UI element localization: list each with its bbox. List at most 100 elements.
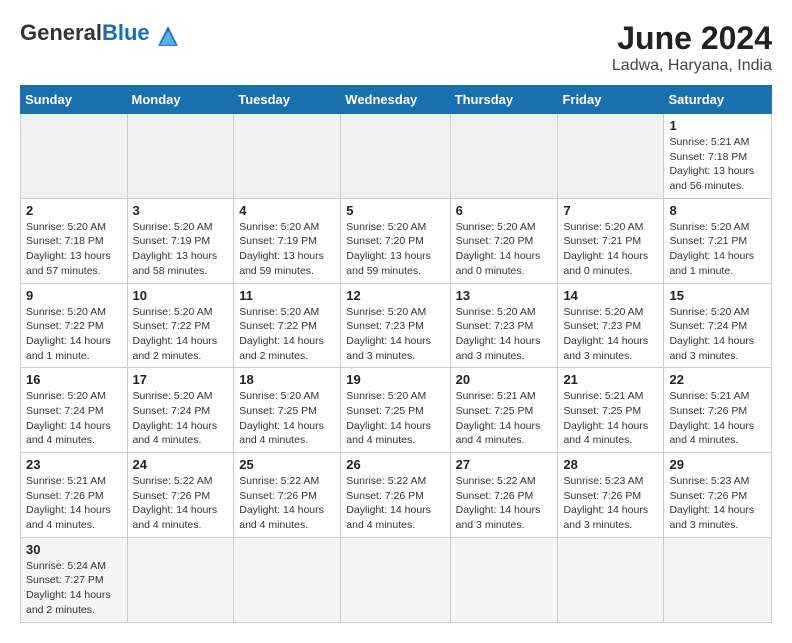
day-number: 19 bbox=[346, 372, 444, 387]
day-number: 27 bbox=[456, 457, 553, 472]
day-21: 21 Sunrise: 5:21 AM Sunset: 7:25 PM Dayl… bbox=[558, 368, 664, 453]
day-16: 16 Sunrise: 5:20 AM Sunset: 7:24 PM Dayl… bbox=[21, 368, 128, 453]
day-number: 28 bbox=[563, 457, 658, 472]
day-17: 17 Sunrise: 5:20 AM Sunset: 7:24 PM Dayl… bbox=[127, 368, 234, 453]
day-number: 17 bbox=[133, 372, 229, 387]
day-number: 30 bbox=[26, 542, 122, 557]
day-info: Sunrise: 5:20 AM Sunset: 7:22 PM Dayligh… bbox=[239, 305, 335, 364]
day-number: 15 bbox=[669, 288, 766, 303]
day-number: 4 bbox=[239, 203, 335, 218]
calendar-table: Sunday Monday Tuesday Wednesday Thursday… bbox=[20, 85, 772, 623]
empty-cell bbox=[127, 114, 234, 199]
day-1: 1 Sunrise: 5:21 AM Sunset: 7:18 PM Dayli… bbox=[664, 114, 772, 199]
header-monday: Monday bbox=[127, 86, 234, 114]
day-10: 10 Sunrise: 5:20 AM Sunset: 7:22 PM Dayl… bbox=[127, 283, 234, 368]
day-14: 14 Sunrise: 5:20 AM Sunset: 7:23 PM Dayl… bbox=[558, 283, 664, 368]
day-number: 24 bbox=[133, 457, 229, 472]
empty-cell bbox=[558, 537, 664, 622]
day-25: 25 Sunrise: 5:22 AM Sunset: 7:26 PM Dayl… bbox=[234, 453, 341, 538]
header-thursday: Thursday bbox=[450, 86, 558, 114]
day-info: Sunrise: 5:20 AM Sunset: 7:22 PM Dayligh… bbox=[133, 305, 229, 364]
day-info: Sunrise: 5:21 AM Sunset: 7:25 PM Dayligh… bbox=[456, 389, 553, 448]
header-sunday: Sunday bbox=[21, 86, 128, 114]
header-saturday: Saturday bbox=[664, 86, 772, 114]
empty-cell bbox=[21, 114, 128, 199]
day-13: 13 Sunrise: 5:20 AM Sunset: 7:23 PM Dayl… bbox=[450, 283, 558, 368]
day-info: Sunrise: 5:20 AM Sunset: 7:18 PM Dayligh… bbox=[26, 220, 122, 279]
day-number: 6 bbox=[456, 203, 553, 218]
day-info: Sunrise: 5:20 AM Sunset: 7:24 PM Dayligh… bbox=[133, 389, 229, 448]
day-number: 3 bbox=[133, 203, 229, 218]
day-info: Sunrise: 5:20 AM Sunset: 7:19 PM Dayligh… bbox=[133, 220, 229, 279]
logo-text: GeneralBlue bbox=[20, 20, 179, 47]
empty-cell bbox=[234, 537, 341, 622]
day-18: 18 Sunrise: 5:20 AM Sunset: 7:25 PM Dayl… bbox=[234, 368, 341, 453]
title-area: June 2024 Ladwa, Haryana, India bbox=[612, 20, 772, 75]
header-friday: Friday bbox=[558, 86, 664, 114]
day-22: 22 Sunrise: 5:21 AM Sunset: 7:26 PM Dayl… bbox=[664, 368, 772, 453]
day-26: 26 Sunrise: 5:22 AM Sunset: 7:26 PM Dayl… bbox=[341, 453, 450, 538]
day-29: 29 Sunrise: 5:23 AM Sunset: 7:26 PM Dayl… bbox=[664, 453, 772, 538]
day-24: 24 Sunrise: 5:22 AM Sunset: 7:26 PM Dayl… bbox=[127, 453, 234, 538]
location-subtitle: Ladwa, Haryana, India bbox=[612, 57, 772, 75]
day-info: Sunrise: 5:23 AM Sunset: 7:26 PM Dayligh… bbox=[563, 474, 658, 533]
header-wednesday: Wednesday bbox=[341, 86, 450, 114]
day-info: Sunrise: 5:21 AM Sunset: 7:25 PM Dayligh… bbox=[563, 389, 658, 448]
day-4: 4 Sunrise: 5:20 AM Sunset: 7:19 PM Dayli… bbox=[234, 198, 341, 283]
day-15: 15 Sunrise: 5:20 AM Sunset: 7:24 PM Dayl… bbox=[664, 283, 772, 368]
day-27: 27 Sunrise: 5:22 AM Sunset: 7:26 PM Dayl… bbox=[450, 453, 558, 538]
day-info: Sunrise: 5:20 AM Sunset: 7:25 PM Dayligh… bbox=[346, 389, 444, 448]
day-info: Sunrise: 5:20 AM Sunset: 7:22 PM Dayligh… bbox=[26, 305, 122, 364]
day-23: 23 Sunrise: 5:21 AM Sunset: 7:26 PM Dayl… bbox=[21, 453, 128, 538]
day-12: 12 Sunrise: 5:20 AM Sunset: 7:23 PM Dayl… bbox=[341, 283, 450, 368]
day-number: 18 bbox=[239, 372, 335, 387]
day-info: Sunrise: 5:20 AM Sunset: 7:19 PM Dayligh… bbox=[239, 220, 335, 279]
day-number: 8 bbox=[669, 203, 766, 218]
day-info: Sunrise: 5:20 AM Sunset: 7:20 PM Dayligh… bbox=[456, 220, 553, 279]
day-info: Sunrise: 5:20 AM Sunset: 7:25 PM Dayligh… bbox=[239, 389, 335, 448]
day-number: 25 bbox=[239, 457, 335, 472]
day-2: 2 Sunrise: 5:20 AM Sunset: 7:18 PM Dayli… bbox=[21, 198, 128, 283]
day-info: Sunrise: 5:21 AM Sunset: 7:26 PM Dayligh… bbox=[669, 389, 766, 448]
day-28: 28 Sunrise: 5:23 AM Sunset: 7:26 PM Dayl… bbox=[558, 453, 664, 538]
day-number: 16 bbox=[26, 372, 122, 387]
day-number: 1 bbox=[669, 118, 766, 133]
day-number: 22 bbox=[669, 372, 766, 387]
page-header: GeneralBlue June 2024 Ladwa, Haryana, In… bbox=[20, 20, 772, 75]
day-30: 30 Sunrise: 5:24 AM Sunset: 7:27 PM Dayl… bbox=[21, 537, 128, 622]
day-number: 10 bbox=[133, 288, 229, 303]
day-number: 14 bbox=[563, 288, 658, 303]
table-row: 2 Sunrise: 5:20 AM Sunset: 7:18 PM Dayli… bbox=[21, 198, 772, 283]
day-11: 11 Sunrise: 5:20 AM Sunset: 7:22 PM Dayl… bbox=[234, 283, 341, 368]
table-row: 1 Sunrise: 5:21 AM Sunset: 7:18 PM Dayli… bbox=[21, 114, 772, 199]
day-number: 11 bbox=[239, 288, 335, 303]
day-info: Sunrise: 5:20 AM Sunset: 7:24 PM Dayligh… bbox=[26, 389, 122, 448]
day-info: Sunrise: 5:22 AM Sunset: 7:26 PM Dayligh… bbox=[346, 474, 444, 533]
day-20: 20 Sunrise: 5:21 AM Sunset: 7:25 PM Dayl… bbox=[450, 368, 558, 453]
day-number: 21 bbox=[563, 372, 658, 387]
empty-cell bbox=[664, 537, 772, 622]
empty-cell bbox=[450, 537, 558, 622]
day-3: 3 Sunrise: 5:20 AM Sunset: 7:19 PM Dayli… bbox=[127, 198, 234, 283]
day-number: 20 bbox=[456, 372, 553, 387]
day-number: 7 bbox=[563, 203, 658, 218]
day-info: Sunrise: 5:21 AM Sunset: 7:18 PM Dayligh… bbox=[669, 135, 766, 194]
empty-cell bbox=[127, 537, 234, 622]
table-row: 9 Sunrise: 5:20 AM Sunset: 7:22 PM Dayli… bbox=[21, 283, 772, 368]
day-19: 19 Sunrise: 5:20 AM Sunset: 7:25 PM Dayl… bbox=[341, 368, 450, 453]
day-number: 2 bbox=[26, 203, 122, 218]
day-number: 12 bbox=[346, 288, 444, 303]
day-info: Sunrise: 5:20 AM Sunset: 7:24 PM Dayligh… bbox=[669, 305, 766, 364]
empty-cell bbox=[341, 114, 450, 199]
day-6: 6 Sunrise: 5:20 AM Sunset: 7:20 PM Dayli… bbox=[450, 198, 558, 283]
day-number: 13 bbox=[456, 288, 553, 303]
table-row: 30 Sunrise: 5:24 AM Sunset: 7:27 PM Dayl… bbox=[21, 537, 772, 622]
empty-cell bbox=[341, 537, 450, 622]
day-info: Sunrise: 5:24 AM Sunset: 7:27 PM Dayligh… bbox=[26, 559, 122, 618]
empty-cell bbox=[558, 114, 664, 199]
day-info: Sunrise: 5:22 AM Sunset: 7:26 PM Dayligh… bbox=[239, 474, 335, 533]
logo-icon bbox=[157, 25, 179, 47]
empty-cell bbox=[234, 114, 341, 199]
day-info: Sunrise: 5:20 AM Sunset: 7:21 PM Dayligh… bbox=[669, 220, 766, 279]
header-tuesday: Tuesday bbox=[234, 86, 341, 114]
